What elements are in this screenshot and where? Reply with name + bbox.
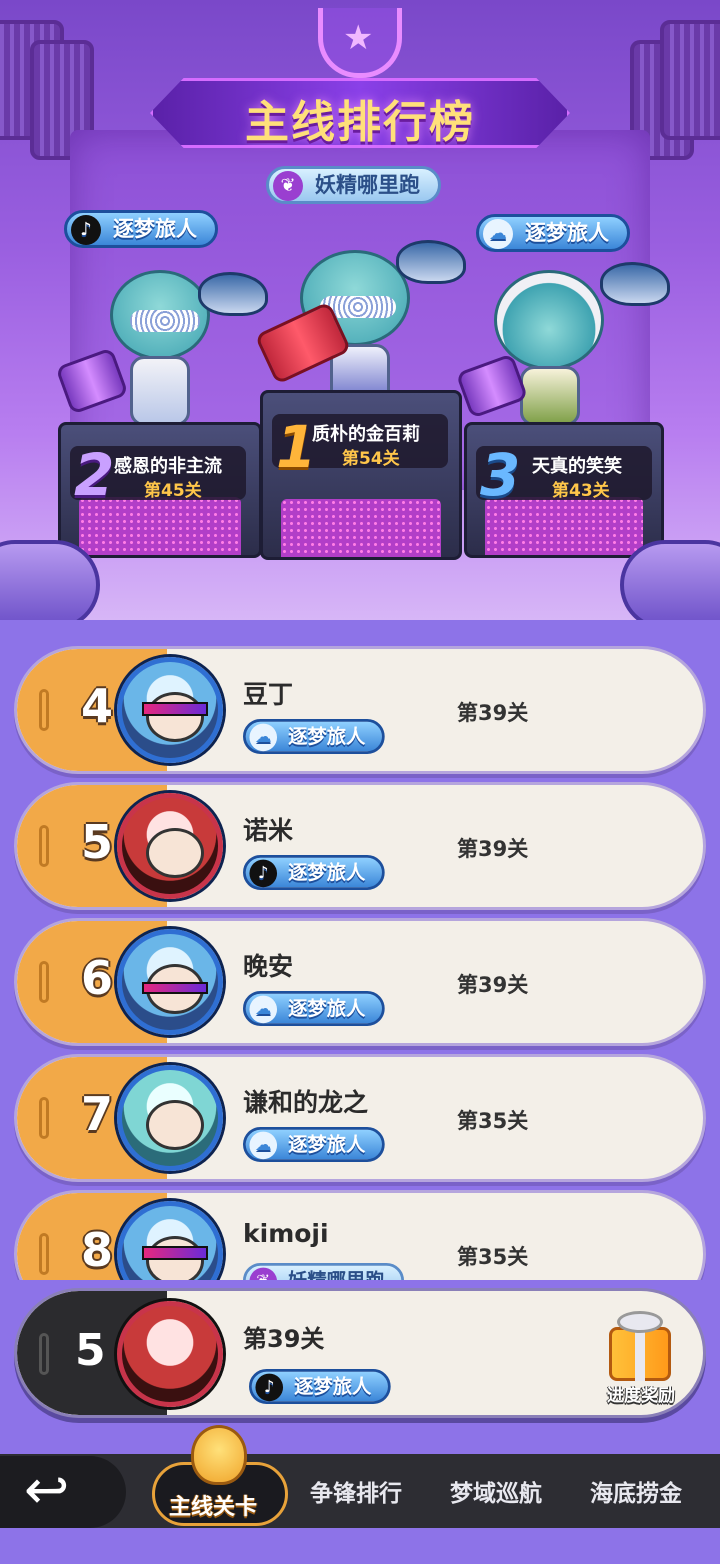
first-place-plate: 1 质朴的金百莉 第54关	[272, 414, 448, 476]
third-place-name: 天真的笑笑	[532, 456, 622, 477]
avatar[interactable]	[117, 793, 223, 899]
first-place-name: 质朴的金百莉	[312, 424, 420, 445]
third-place-rank: 3	[480, 441, 521, 509]
title-tag: ♪ 逐梦旅人	[243, 855, 385, 890]
douyin-icon: ♪	[249, 859, 278, 888]
player-name: kimoji	[243, 1219, 329, 1248]
third-place-shark	[600, 262, 670, 306]
avatar[interactable]	[117, 929, 223, 1035]
player-name: 豆丁	[243, 680, 294, 709]
title-banner: 主线排行榜	[150, 70, 570, 150]
rank-number: 8	[81, 1223, 114, 1277]
rank-number: 4	[81, 679, 114, 733]
third-place-level: 第43关	[552, 481, 610, 501]
avatar[interactable]	[117, 657, 223, 763]
first-place-rank: 1	[276, 413, 317, 481]
left-floor-speaker	[0, 540, 100, 620]
rank-number: 7	[81, 1087, 114, 1141]
player-level: 第39关	[457, 837, 529, 861]
ranking-row[interactable]: 7 谦和的龙之 ☁ 逐梦旅人 第35关	[14, 1054, 706, 1182]
cloud-mascot-icon: ☁	[483, 219, 513, 249]
player-name: 谦和的龙之	[243, 1088, 369, 1117]
podium-stage: ★ 主线排行榜 ❦ 妖精哪里跑 ♪ 逐梦旅人 ☁ 逐梦旅人 2 感恩的非主流 第…	[0, 0, 720, 620]
cloud-mascot-icon: ☁	[249, 723, 278, 752]
grape-icon: ❦	[249, 1267, 278, 1280]
ranking-row[interactable]: 6 晚安 ☁ 逐梦旅人 第39关	[14, 918, 706, 1046]
second-place-name: 感恩的非主流	[114, 456, 222, 477]
ranking-row[interactable]: 5 诺米 ♪ 逐梦旅人 第39关	[14, 782, 706, 910]
cloud-mascot-icon: ☁	[249, 1131, 278, 1160]
second-place-plate: 2 感恩的非主流 第45关	[70, 446, 246, 504]
my-level: 第39关	[243, 1325, 325, 1353]
my-avatar[interactable]	[117, 1301, 223, 1407]
second-place-level: 第45关	[144, 481, 202, 501]
right-wall-speaker-2	[660, 20, 720, 140]
player-name: 诺米	[243, 816, 294, 845]
douyin-icon: ♪	[255, 1373, 284, 1402]
mascot-icon	[191, 1425, 247, 1485]
tab-deep-sea-gold[interactable]: 海底捞金	[590, 1474, 682, 1508]
right-floor-speaker	[620, 540, 720, 620]
first-place-shark	[396, 240, 466, 284]
player-level: 第35关	[457, 1245, 529, 1269]
cloud-mascot-icon: ☁	[249, 995, 278, 1024]
third-place-tag: ☁ 逐梦旅人	[476, 214, 630, 252]
grape-icon: ❦	[273, 171, 303, 201]
player-level: 第39关	[457, 701, 529, 725]
title-tag: ☁ 逐梦旅人	[243, 991, 385, 1026]
progress-reward-button[interactable]: 进度奖励	[595, 1307, 685, 1407]
rank-number: 5	[81, 815, 114, 869]
progress-reward-label: 进度奖励	[607, 1386, 675, 1406]
douyin-icon: ♪	[71, 215, 101, 245]
player-level: 第35关	[457, 1109, 529, 1133]
second-place-shark	[198, 272, 268, 316]
tab-main-levels[interactable]: 主线关卡	[152, 1425, 288, 1526]
third-place-plate: 3 天真的笑笑 第43关	[476, 446, 652, 504]
second-place-tag: ♪ 逐梦旅人	[64, 210, 218, 248]
tab-dream-cruise[interactable]: 梦域巡航	[450, 1474, 542, 1508]
rank-number: 6	[81, 951, 114, 1005]
ranking-list[interactable]: 4 豆丁 ☁ 逐梦旅人 第39关 5 诺米 ♪ 逐梦旅人 第39关 6 晚安 ☁…	[0, 640, 720, 1280]
first-place-level: 第54关	[342, 449, 400, 469]
tab-competition-ranking[interactable]: 争锋排行	[310, 1474, 402, 1508]
player-name: 晚安	[243, 952, 294, 981]
top-badge: ❦ 妖精哪里跑	[266, 166, 441, 204]
ranking-row[interactable]: 4 豆丁 ☁ 逐梦旅人 第39关	[14, 646, 706, 774]
avatar[interactable]	[117, 1065, 223, 1171]
back-button[interactable]: ↩	[0, 1456, 126, 1528]
player-level: 第39关	[457, 973, 529, 997]
second-place-rank: 2	[74, 441, 115, 509]
page-title: 主线排行榜	[245, 97, 475, 148]
title-tag: ❦ 妖精哪里跑	[243, 1263, 404, 1280]
title-tag: ☁ 逐梦旅人	[243, 1127, 385, 1162]
ranking-row[interactable]: 8 kimoji ❦ 妖精哪里跑 第35关	[14, 1190, 706, 1280]
my-title-tag: ♪ 逐梦旅人	[249, 1369, 391, 1404]
back-arrow-icon: ↩	[24, 1458, 70, 1521]
trophy-icon: ★	[318, 8, 402, 78]
title-tag: ☁ 逐梦旅人	[243, 719, 385, 754]
my-rank-number: 5	[75, 1325, 106, 1376]
my-rank-row[interactable]: 5 第39关 ♪ 逐梦旅人 进度奖励	[14, 1288, 706, 1418]
